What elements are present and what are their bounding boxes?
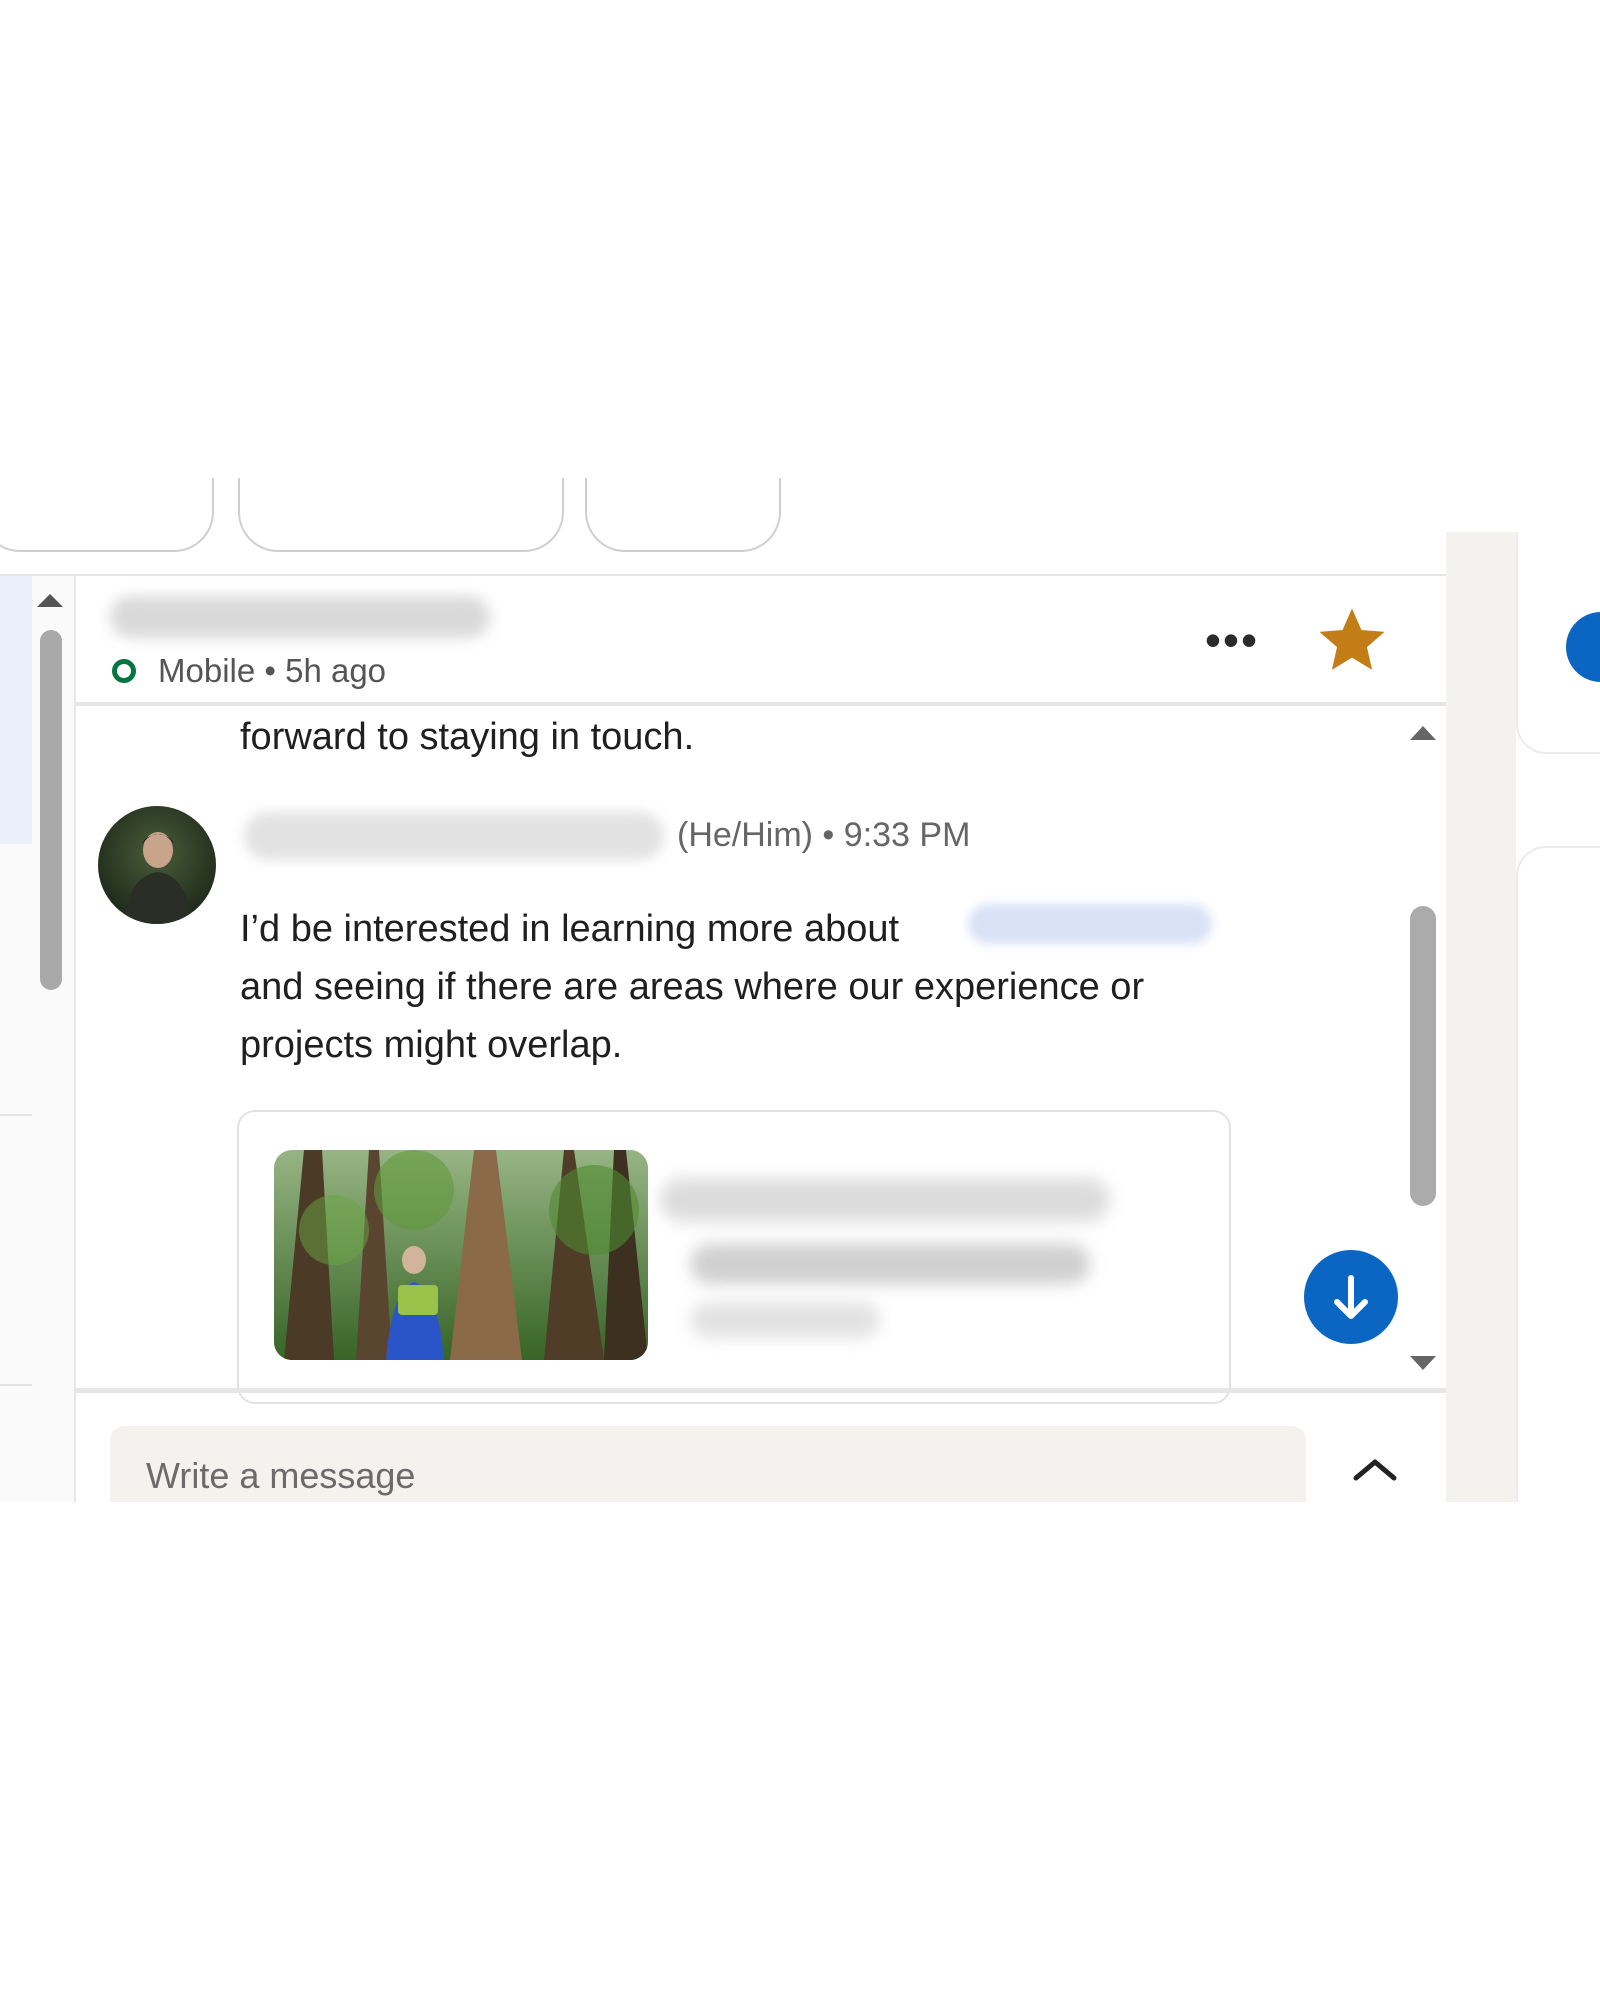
presence-status: Mobile • 5h ago [158, 652, 387, 689]
redacted-link[interactable] [968, 904, 1212, 944]
message-line: and seeing if there are areas where our … [240, 966, 1145, 1008]
chevron-up-icon [1353, 1459, 1397, 1481]
scroll-up-arrow[interactable] [1410, 726, 1436, 740]
link-preview-image[interactable] [274, 1150, 648, 1360]
link-domain-redacted[interactable] [690, 1302, 880, 1338]
message-meta: (He/Him) • 9:33 PM [677, 816, 971, 854]
filter-pill[interactable] [585, 478, 781, 552]
divider [74, 576, 76, 1502]
contact-name-redacted[interactable] [110, 596, 490, 638]
scroll-up-arrow[interactable] [37, 594, 63, 607]
scroll-down-arrow[interactable] [1410, 1356, 1436, 1370]
selected-conversation-item[interactable] [0, 576, 32, 844]
forest-image [274, 1150, 648, 1360]
divider [76, 702, 1446, 706]
expand-composer-button[interactable] [1350, 1448, 1400, 1488]
star-icon [1319, 608, 1385, 670]
messages-scrollbar[interactable] [1410, 906, 1436, 1206]
sender-name-redacted[interactable] [244, 812, 664, 860]
link-title-redacted[interactable] [660, 1178, 1110, 1222]
jump-to-latest-button[interactable] [1304, 1250, 1398, 1344]
avatar[interactable] [98, 806, 216, 924]
filter-pill[interactable] [0, 478, 214, 552]
filter-pill[interactable] [238, 478, 564, 552]
side-panel-card [1516, 846, 1600, 1508]
message-line: projects might overlap. [240, 1024, 623, 1066]
online-status-icon [112, 659, 136, 683]
more-options-icon: ••• [1204, 614, 1260, 666]
link-title-redacted[interactable] [690, 1244, 1090, 1284]
message-line: I’d be interested in learning more about [240, 908, 900, 950]
divider [0, 1384, 32, 1386]
star-conversation-button[interactable] [1313, 602, 1391, 680]
divider [76, 1388, 1446, 1393]
page-background [0, 1502, 1600, 2000]
conversation-list-scrollbar[interactable] [40, 630, 62, 990]
previous-message-text: forward to staying in touch. [240, 716, 695, 758]
more-options-button[interactable]: ••• [1196, 617, 1268, 663]
message-input[interactable] [110, 1426, 1306, 1502]
page-gutter [1446, 532, 1516, 1502]
arrow-down-icon [1334, 1275, 1368, 1319]
divider [0, 1114, 32, 1116]
avatar-image [98, 806, 216, 924]
